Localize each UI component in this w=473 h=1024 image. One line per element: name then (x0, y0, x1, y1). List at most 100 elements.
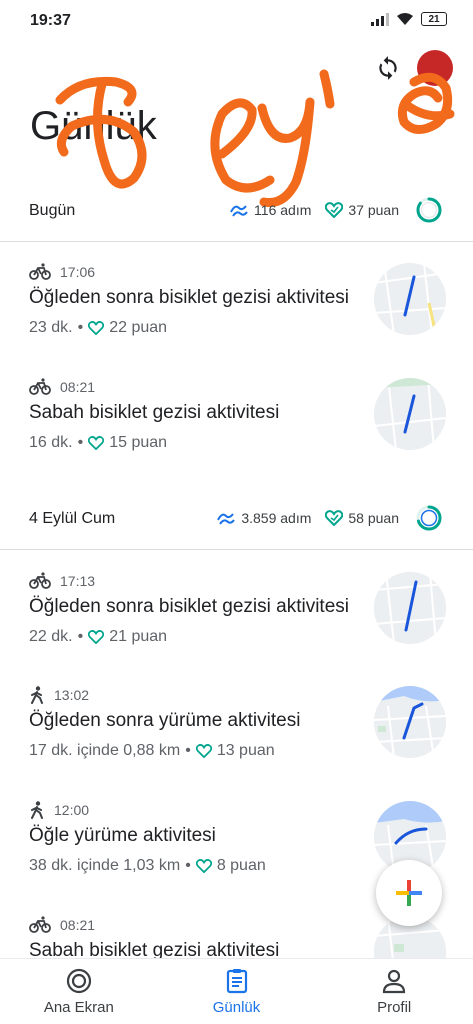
activity-time: 12:00 (54, 802, 90, 818)
status-icons: 21 (371, 12, 447, 26)
activity-detail: 17 dk. içinde 0,88 km (29, 742, 181, 759)
activity-subtitle: 17 dk. içinde 0,88 km • 13 puan (29, 742, 275, 760)
heart-points-icon (325, 510, 344, 526)
separator-dot: • (77, 434, 84, 451)
route-map (374, 263, 446, 335)
activity-time: 17:06 (60, 264, 96, 280)
heart-points-icon (195, 744, 212, 758)
activity-meta: 08:21 (29, 378, 95, 396)
activity-title: Öğleden sonra bisiklet gezisi aktivitesi (29, 596, 349, 617)
activity-detail: 16 dk. (29, 434, 73, 451)
bike-icon (29, 263, 51, 280)
bike-icon (29, 378, 51, 395)
nav-label: Ana Ekran (43, 999, 114, 1016)
avatar[interactable] (417, 50, 453, 86)
steps-icon (230, 205, 248, 217)
activity-title: Öğleden sonra bisiklet gezisi aktivitesi (29, 287, 349, 308)
home-ring-icon (66, 968, 91, 994)
activity-meta: 13:02 (29, 686, 89, 704)
heart-points-icon (195, 859, 212, 873)
activity-time: 08:21 (60, 917, 96, 933)
steps-stat: 3.859 adım (216, 510, 311, 526)
activity-points: 21 puan (109, 628, 168, 645)
battery-level: 21 (428, 13, 440, 25)
points-stat: 58 puan (325, 510, 399, 526)
battery-icon: 21 (421, 12, 447, 26)
activity-meta: 08:21 (29, 916, 95, 934)
add-activity-button[interactable] (376, 860, 442, 926)
route-map-thumbnail[interactable] (374, 378, 446, 450)
activity-item[interactable]: 17:06 Öğleden sonra bisiklet gezisi akti… (0, 263, 473, 373)
route-map-thumbnail[interactable] (374, 263, 446, 335)
route-map (374, 378, 446, 450)
separator-dot: • (185, 857, 191, 874)
signal-icon (371, 13, 389, 26)
status-bar: 19:37 21 (0, 0, 473, 40)
activity-item[interactable]: 13:02 Öğleden sonra yürüme aktivitesi 17… (0, 686, 473, 796)
plus-icon (396, 880, 422, 906)
steps-value: 116 adım (254, 202, 312, 218)
day-stats: 116 adım 37 puan (229, 196, 443, 224)
day-title: 4 Eylül Cum (29, 510, 116, 527)
day-header-today: Bugün 116 adım 37 puan (0, 190, 473, 236)
person-icon (383, 969, 406, 994)
heart-points-icon (88, 630, 105, 644)
activity-subtitle: 23 dk. • 22 puan (29, 319, 167, 337)
route-map-thumbnail[interactable] (374, 686, 446, 758)
steps-value: 3.859 adım (241, 510, 312, 526)
activity-item[interactable]: 08:21 Sabah bisiklet gezisi aktivitesi 1… (0, 378, 473, 488)
day-stats: 3.859 adım 58 puan (216, 504, 443, 532)
activity-meta: 12:00 (29, 801, 89, 819)
points-stat: 37 puan (325, 202, 399, 218)
day-title: Bugün (29, 202, 76, 219)
points-value: 58 puan (348, 510, 399, 526)
separator-dot: • (77, 319, 84, 336)
route-map-thumbnail[interactable] (374, 572, 446, 644)
status-time: 19:37 (30, 12, 71, 29)
points-value: 37 puan (348, 202, 399, 218)
activity-detail: 22 dk. (29, 628, 73, 645)
activity-points: 22 puan (109, 319, 168, 336)
goal-ring-icon[interactable] (415, 504, 443, 532)
activity-subtitle: 38 dk. içinde 1,03 km • 8 puan (29, 857, 266, 875)
activity-title: Öğleden sonra yürüme aktivitesi (29, 710, 301, 731)
sync-icon[interactable] (375, 55, 401, 81)
activity-points: 15 puan (109, 434, 168, 451)
walk-icon (31, 686, 43, 704)
activity-subtitle: 22 dk. • 21 puan (29, 628, 167, 646)
activity-title: Öğle yürüme aktivitesi (29, 825, 216, 846)
nav-item-home[interactable]: Ana Ekran (0, 959, 158, 1024)
wifi-icon (397, 13, 413, 25)
activity-title: Sabah bisiklet gezisi aktivitesi (29, 402, 280, 423)
bottom-nav: Ana Ekran Günlük Profil (0, 958, 473, 1024)
activity-time: 13:02 (54, 687, 90, 703)
activity-item[interactable]: 17:13 Öğleden sonra bisiklet gezisi akti… (0, 572, 473, 682)
nav-item-profile[interactable]: Profil (315, 959, 473, 1024)
divider (0, 549, 473, 550)
activity-meta: 17:06 (29, 263, 95, 281)
separator-dot: • (77, 628, 84, 645)
page-title: Günlük (30, 104, 157, 148)
steps-stat: 116 adım (229, 202, 311, 218)
heart-points-icon (325, 202, 344, 218)
nav-label: Profil (377, 999, 412, 1016)
activity-subtitle: 16 dk. • 15 puan (29, 434, 167, 452)
activity-detail: 38 dk. içinde 1,03 km (29, 857, 181, 874)
bike-icon (29, 916, 51, 933)
journal-icon (226, 969, 247, 994)
day-header-sep-4: 4 Eylül Cum 3.859 adım 58 puan (0, 498, 473, 544)
heart-points-icon (88, 436, 105, 450)
goal-ring-icon[interactable] (415, 196, 443, 224)
nav-item-journal[interactable]: Günlük (158, 959, 316, 1024)
activity-points: 13 puan (216, 742, 275, 759)
bike-icon (29, 572, 51, 589)
separator-dot: • (185, 742, 191, 759)
route-map (374, 686, 446, 758)
steps-icon (217, 513, 236, 525)
walk-icon (31, 801, 43, 819)
activity-time: 08:21 (60, 379, 96, 395)
activity-detail: 23 dk. (29, 319, 73, 336)
activity-meta: 17:13 (29, 572, 95, 590)
top-actions (375, 50, 453, 86)
divider (0, 241, 473, 242)
